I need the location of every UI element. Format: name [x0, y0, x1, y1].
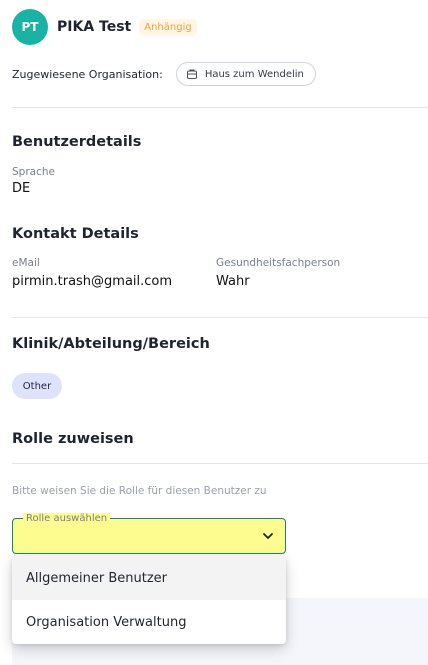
- sprache-value: DE: [12, 181, 31, 196]
- gesundheitsfachperson-value: Wahr: [216, 274, 250, 289]
- status-badge: Anhängig: [139, 18, 197, 36]
- divider: [12, 107, 428, 108]
- role-option-organisation-verwaltung[interactable]: Organisation Verwaltung: [12, 600, 286, 644]
- email-label: eMail: [12, 257, 40, 269]
- sprache-label: Sprache: [12, 166, 55, 178]
- section-title-kontakt: Kontakt Details: [12, 226, 139, 242]
- divider: [12, 463, 428, 464]
- section-title-rolle: Rolle zuweisen: [12, 431, 134, 447]
- chevron-down-icon[interactable]: [262, 531, 274, 541]
- divider: [12, 317, 428, 318]
- organisation-row: Zugewiesene Organisation: Haus zum Wende…: [12, 62, 316, 86]
- role-dropdown-menu: Allgemeiner Benutzer Organisation Verwal…: [12, 556, 286, 644]
- section-title-klinik: Klinik/Abteilung/Bereich: [12, 336, 210, 352]
- user-name: PIKA Test: [57, 19, 132, 35]
- email-value: pirmin.trash@gmail.com: [12, 274, 173, 289]
- building-icon: [186, 69, 197, 79]
- avatar: PT: [12, 9, 48, 45]
- organisation-chip[interactable]: Haus zum Wendelin: [175, 62, 316, 86]
- role-option-allgemeiner-benutzer[interactable]: Allgemeiner Benutzer: [12, 556, 286, 600]
- user-header: PT PIKA Test Anhängig: [12, 9, 197, 45]
- gesundheitsfachperson-label: Gesundheitsfachperson: [216, 257, 341, 269]
- section-title-benutzerdetails: Benutzerdetails: [12, 134, 142, 150]
- role-select-label: Rolle auswählen: [23, 513, 111, 524]
- organisation-label: Zugewiesene Organisation:: [12, 67, 163, 81]
- organisation-chip-label: Haus zum Wendelin: [204, 68, 304, 80]
- department-tag: Other: [12, 373, 62, 399]
- role-hint-text: Bitte weisen Sie die Rolle für diesen Be…: [12, 485, 267, 497]
